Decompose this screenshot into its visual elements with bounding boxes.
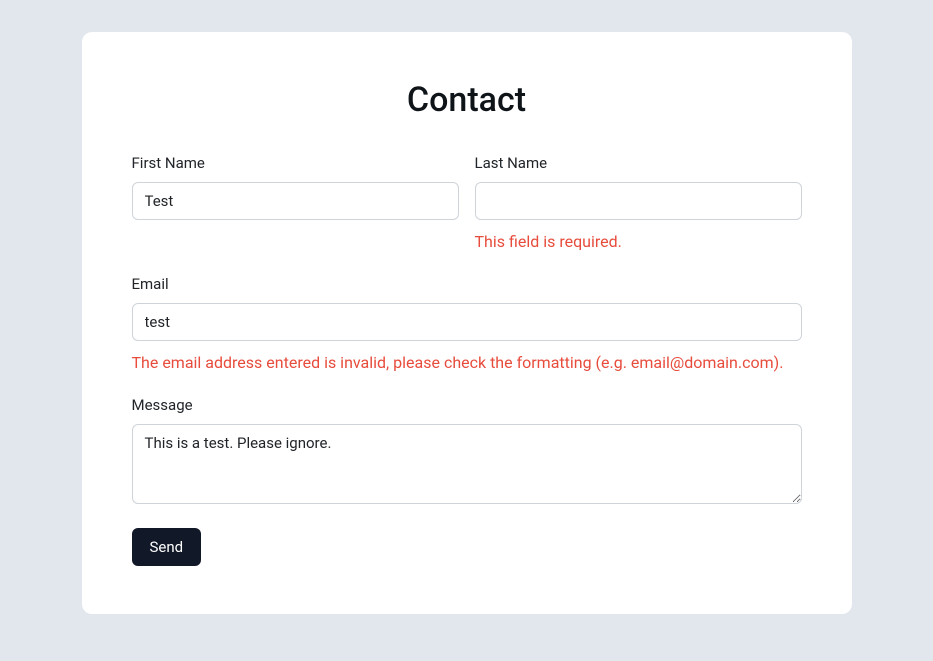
contact-form-card: Contact First Name Last Name This field … [82, 32, 852, 614]
message-label: Message [132, 396, 802, 414]
send-button[interactable]: Send [132, 528, 202, 566]
submit-row: Send [132, 528, 802, 566]
first-name-label: First Name [132, 154, 459, 172]
first-name-input[interactable] [132, 182, 459, 220]
first-name-group: First Name [132, 154, 459, 251]
name-row: First Name Last Name This field is requi… [132, 154, 802, 251]
last-name-error: This field is required. [475, 232, 802, 251]
email-error: The email address entered is invalid, pl… [132, 353, 802, 372]
message-input[interactable] [132, 424, 802, 504]
last-name-input[interactable] [475, 182, 802, 220]
last-name-label: Last Name [475, 154, 802, 172]
email-group: Email The email address entered is inval… [132, 275, 802, 372]
email-label: Email [132, 275, 802, 293]
page-title: Contact [132, 80, 802, 120]
email-input[interactable] [132, 303, 802, 341]
message-group: Message [132, 396, 802, 504]
last-name-group: Last Name This field is required. [475, 154, 802, 251]
